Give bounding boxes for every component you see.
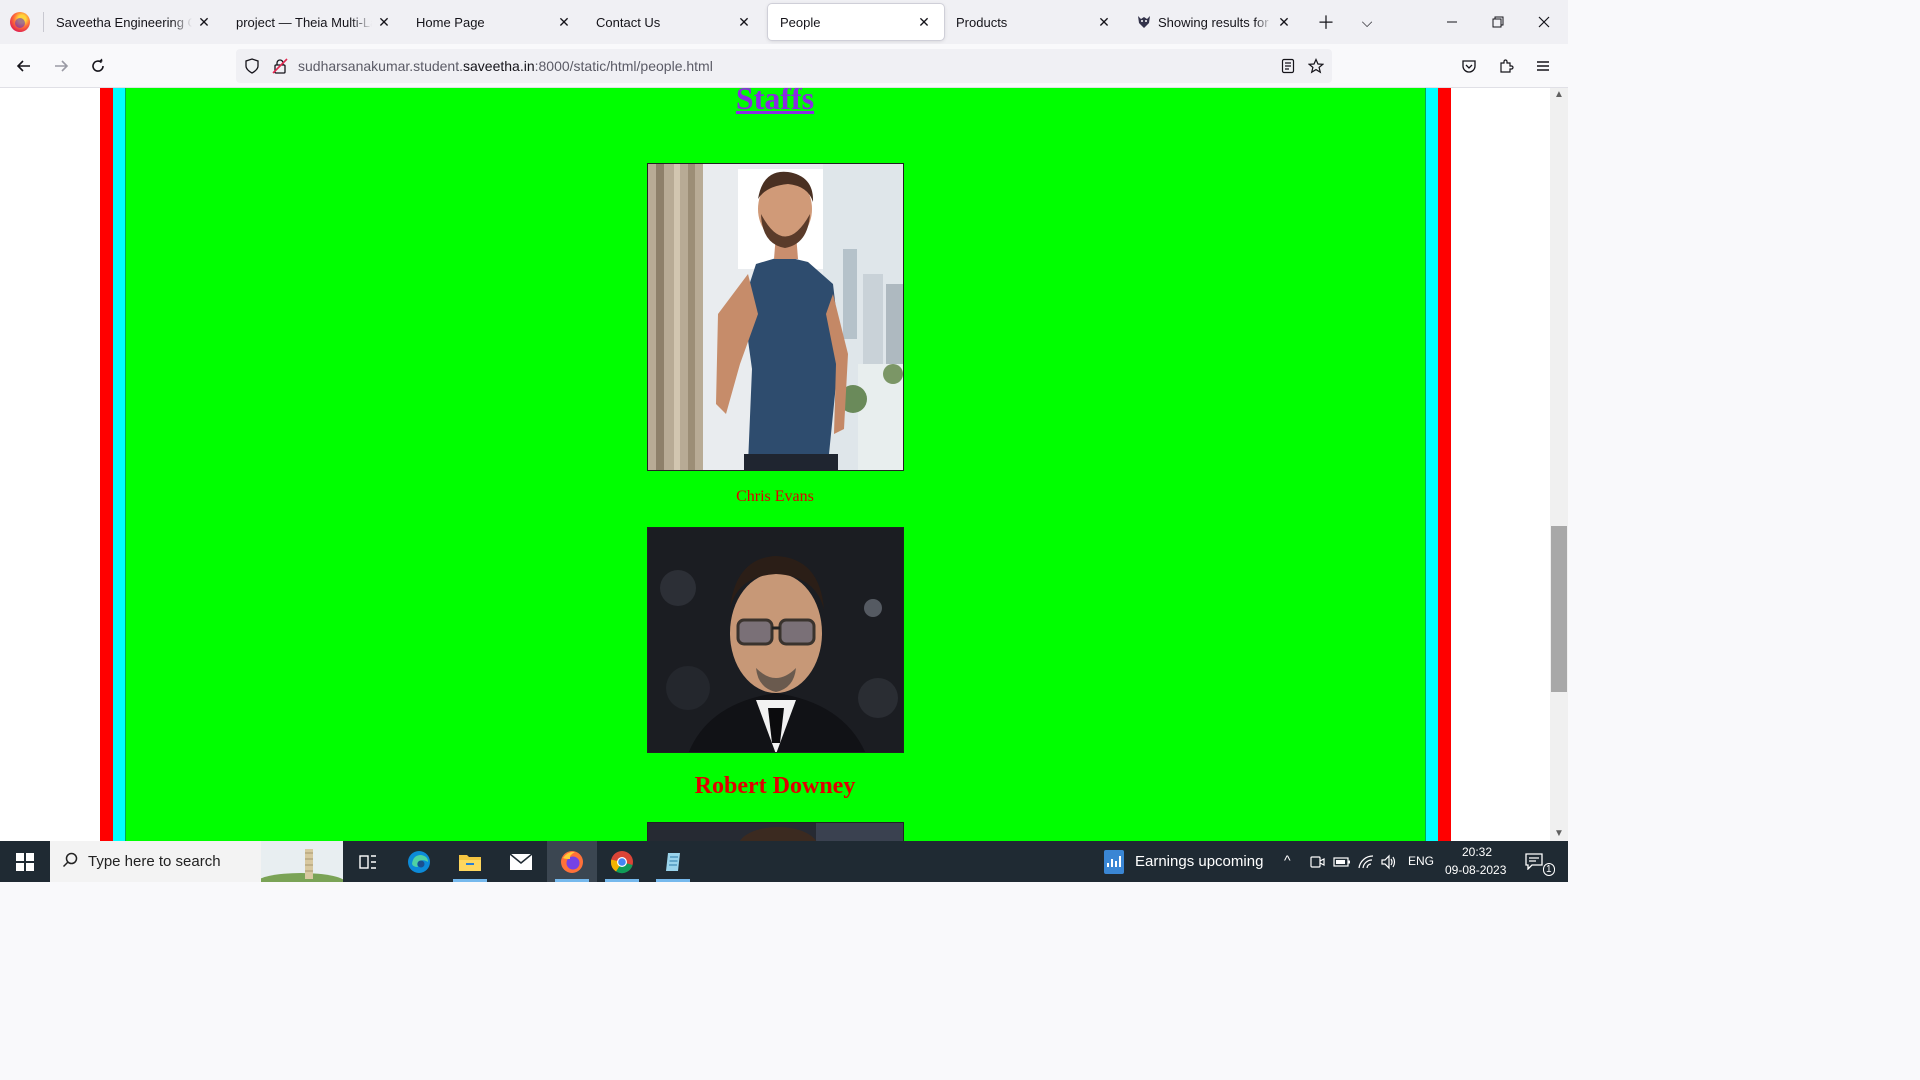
tab-strip: Saveetha Engineering College ✕ project —… [0,0,1568,44]
chris-evans-photo [647,163,904,471]
language-indicator[interactable]: ENG [1408,854,1434,868]
battery-icon[interactable] [1333,854,1351,875]
firefox-view-icon[interactable] [10,12,30,32]
stock-widget-icon[interactable] [1102,849,1126,880]
tab-theia-project[interactable]: project — Theia Multi-Language Example ✕ [224,4,404,40]
chrome-icon[interactable] [597,841,647,882]
tab-label: Products [956,14,1008,30]
tab-close-icon[interactable]: ✕ [376,14,392,30]
tab-home-page[interactable]: Home Page ✕ [404,4,584,40]
insecure-lock-icon[interactable] [272,58,288,79]
caption-robert-downey: Robert Downey [694,773,856,799]
third-staff-photo [647,822,904,841]
tab-close-icon[interactable]: ✕ [736,14,752,30]
bookmark-star-icon[interactable] [1307,58,1325,79]
search-highlight-tower-icon [256,841,346,893]
tab-label: Home Page [416,14,485,30]
extensions-puzzle-icon[interactable] [1490,50,1522,82]
hamburger-menu-icon[interactable] [1527,50,1559,82]
taskbar-search-box[interactable]: Type here to search [50,841,346,893]
reader-view-icon[interactable] [1280,58,1296,79]
mail-icon[interactable] [496,841,546,882]
window-close-icon[interactable] [1521,0,1567,44]
scrollbar-thumb[interactable] [1551,526,1567,692]
task-view-icon[interactable] [343,841,393,882]
notification-count-badge: 1 [1543,863,1555,876]
url-prefix: sudharsanakumar.student. [298,58,463,74]
tab-people[interactable]: People ✕ [768,4,944,40]
pocket-icon[interactable] [1453,50,1485,82]
minimize-icon[interactable] [1429,0,1475,44]
notification-center-icon[interactable] [1524,852,1544,875]
address-bar[interactable]: sudharsanakumar.student.saveetha.in:8000… [236,49,1332,83]
wolf-favicon-icon [1136,14,1152,30]
staffs-heading-link[interactable]: Staffs [0,88,1550,117]
tab-close-icon[interactable]: ✕ [1096,14,1112,30]
tab-search-results[interactable]: Showing results for https ✕ [1124,4,1304,40]
edge-browser-icon[interactable] [394,841,444,882]
clock-date[interactable]: 09-08-2023 [1445,863,1506,877]
tab-close-icon[interactable]: ✕ [916,14,932,30]
volume-speaker-icon[interactable] [1380,854,1398,875]
tab-contact-us[interactable]: Contact Us ✕ [584,4,764,40]
file-explorer-icon[interactable] [445,841,495,882]
navigation-toolbar: sudharsanakumar.student.saveetha.in:8000… [0,44,1568,88]
url-text[interactable]: sudharsanakumar.student.saveetha.in:8000… [298,49,713,83]
forward-arrow-icon[interactable] [45,50,77,82]
widget-text[interactable]: Earnings upcoming [1135,853,1263,870]
url-host: saveetha.in [463,58,535,74]
new-tab-plus-icon[interactable]: ＋ [1310,6,1342,38]
tab-label: project — Theia Multi-Language Example [236,14,372,30]
wifi-icon[interactable] [1357,854,1375,875]
robert-downey-photo [647,527,904,753]
clock-time[interactable]: 20:32 [1462,845,1492,859]
tab-label: Contact Us [596,14,661,30]
tab-label: Saveetha Engineering College [56,14,192,30]
tab-products[interactable]: Products ✕ [944,4,1124,40]
tab-saveetha[interactable]: Saveetha Engineering College ✕ [44,4,224,40]
show-hidden-icons-chevron-icon[interactable]: ^ [1284,852,1291,868]
page-viewport: Staffs Chris Evans Robert Downey [0,88,1550,841]
tab-label: Showing results for https [1158,14,1272,30]
tracking-protection-shield-icon[interactable] [244,58,260,79]
reload-icon[interactable] [82,50,114,82]
tab-close-icon[interactable]: ✕ [556,14,572,30]
page-scrollbar[interactable]: ▲ ▼ [1550,88,1568,841]
search-magnifier-icon [62,852,78,872]
caption-chris-evans: Chris Evans [736,488,814,505]
tab-close-icon[interactable]: ✕ [196,14,212,30]
meet-now-camera-icon[interactable] [1309,854,1325,875]
scroll-down-arrow-icon[interactable]: ▼ [1550,827,1568,841]
scroll-up-arrow-icon[interactable]: ▲ [1550,88,1568,102]
url-suffix: :8000/static/html/people.html [534,58,713,74]
tab-label: People [780,14,821,30]
tab-close-icon[interactable]: ✕ [1276,14,1292,30]
back-arrow-icon[interactable] [8,50,40,82]
search-placeholder: Type here to search [88,853,221,870]
notepad-app-icon[interactable] [648,841,698,882]
restore-icon[interactable] [1475,0,1521,44]
start-windows-icon[interactable] [0,841,50,882]
firefox-taskbar-icon[interactable] [547,841,597,882]
windows-taskbar: Type here to search Earnings upcoming ^ [0,841,1568,893]
list-all-tabs-chevron-icon[interactable]: ⌵ [1351,6,1383,38]
